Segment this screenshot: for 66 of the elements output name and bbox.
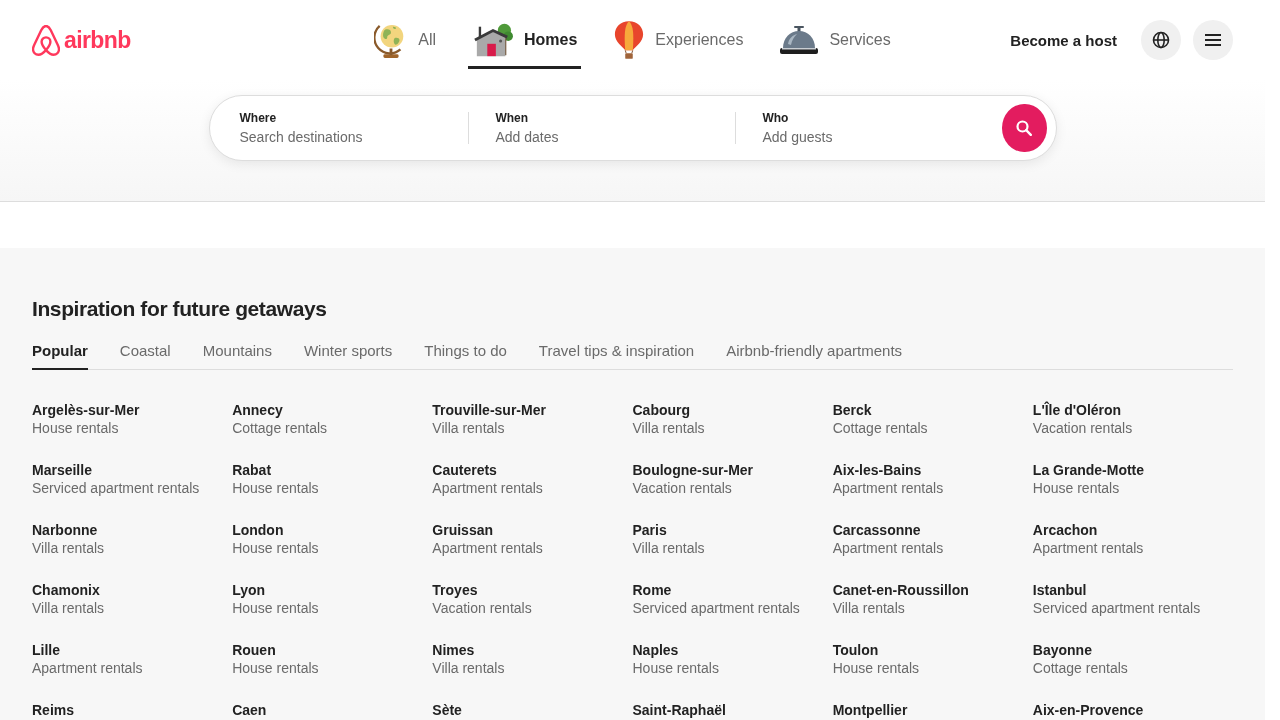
destination-link[interactable]: London House rentals xyxy=(232,521,319,557)
become-host-link[interactable]: Become a host xyxy=(998,19,1129,61)
destination-link[interactable]: Lille Apartment rentals xyxy=(32,641,143,677)
destination-link[interactable]: Lyon House rentals xyxy=(232,581,319,617)
field-label: When xyxy=(495,110,529,126)
search-input[interactable]: Search destinations xyxy=(239,128,410,146)
category-tab[interactable]: Homes xyxy=(468,10,582,69)
destination-link[interactable]: Toulon House rentals xyxy=(832,641,920,677)
destination-link[interactable]: Caen xyxy=(232,701,267,719)
destination-link[interactable]: Nimes Villa rentals xyxy=(432,641,505,677)
destination-link[interactable]: Aix-les-Bains Apartment rentals xyxy=(832,461,944,497)
destination-link[interactable]: L'Île d'Oléron Vacation rentals xyxy=(1032,401,1133,437)
destination-link[interactable]: Chamonix Villa rentals xyxy=(32,581,105,617)
field-label: Who xyxy=(762,110,789,126)
destination-link[interactable]: Canet-en-Roussillon Villa rentals xyxy=(832,581,969,617)
category-tab[interactable]: Mountains xyxy=(202,334,272,370)
destination-link[interactable]: Troyes Vacation rentals xyxy=(432,581,532,617)
category-tab[interactable]: Popular xyxy=(32,334,88,370)
destination-link[interactable]: Rouen House rentals xyxy=(232,641,319,677)
category-tab[interactable]: All xyxy=(370,10,440,69)
destination-link[interactable]: Montpellier xyxy=(832,701,908,719)
category-tab[interactable]: Experiences xyxy=(609,10,748,69)
destination-link[interactable]: Reims xyxy=(32,701,75,719)
logo-icon xyxy=(32,24,60,56)
search-input[interactable]: Add guests xyxy=(762,128,933,146)
category-tab[interactable]: Coastal xyxy=(119,334,171,370)
destination-link[interactable]: Cauterets Apartment rentals xyxy=(432,461,543,497)
destination-link[interactable]: La Grande-Motte House rentals xyxy=(1032,461,1145,497)
destination-link[interactable]: Narbonne Villa rentals xyxy=(32,521,105,557)
search-button[interactable] xyxy=(1002,104,1047,152)
destination-link[interactable]: Argelès-sur-Mer House rentals xyxy=(32,401,140,437)
destination-link[interactable]: Paris Villa rentals xyxy=(632,521,705,557)
destination-link[interactable]: Boulogne-sur-Mer Vacation rentals xyxy=(632,461,754,497)
destination-link[interactable]: Rabat House rentals xyxy=(232,461,319,497)
destination-link[interactable]: Marseille Serviced apartment rentals xyxy=(32,461,200,497)
search-input[interactable]: Add dates xyxy=(495,128,666,146)
destination-link[interactable]: Annecy Cottage rentals xyxy=(232,401,328,437)
globe-icon xyxy=(1152,31,1170,49)
logo-link[interactable]: airbnb xyxy=(32,24,131,56)
service-bell-icon xyxy=(779,25,820,55)
category-tab[interactable]: Winter sports xyxy=(303,334,393,370)
destination-link[interactable]: Trouville-sur-Mer Villa rentals xyxy=(432,401,546,437)
menu-icon xyxy=(1205,34,1221,46)
destination-link[interactable]: Rome Serviced apartment rentals xyxy=(632,581,800,617)
destination-link[interactable]: Arcachon Apartment rentals xyxy=(1032,521,1144,557)
menu-button[interactable] xyxy=(1193,20,1233,60)
destination-link[interactable]: Bayonne Cottage rentals xyxy=(1032,641,1128,677)
category-tab[interactable]: Services xyxy=(775,10,895,69)
destination-link[interactable]: Istanbul Serviced apartment rentals xyxy=(1032,581,1201,617)
house-icon xyxy=(472,21,514,59)
destination-link[interactable]: Naples House rentals xyxy=(632,641,719,677)
section-title: Inspiration for future getaways xyxy=(32,296,327,322)
category-tab[interactable]: Airbnb-friendly apartments xyxy=(726,334,903,370)
field-label: Where xyxy=(239,110,277,126)
destination-link[interactable]: Sète xyxy=(432,701,462,719)
destination-link[interactable]: Cabourg Villa rentals xyxy=(632,401,705,437)
category-tab[interactable]: Travel tips & inspiration xyxy=(538,334,695,370)
destination-link[interactable]: Aix-en-Provence xyxy=(1032,701,1144,719)
search-icon xyxy=(1016,120,1033,136)
destination-link[interactable]: Gruissan Apartment rentals xyxy=(432,521,543,557)
destination-link[interactable]: Saint-Raphaël xyxy=(632,701,726,719)
category-tab[interactable]: Things to do xyxy=(424,334,507,370)
destination-link[interactable]: Berck Cottage rentals xyxy=(832,401,928,437)
balloon-icon xyxy=(613,20,646,60)
destination-link[interactable]: Carcassonne Apartment rentals xyxy=(832,521,944,557)
language-button[interactable] xyxy=(1141,20,1181,60)
